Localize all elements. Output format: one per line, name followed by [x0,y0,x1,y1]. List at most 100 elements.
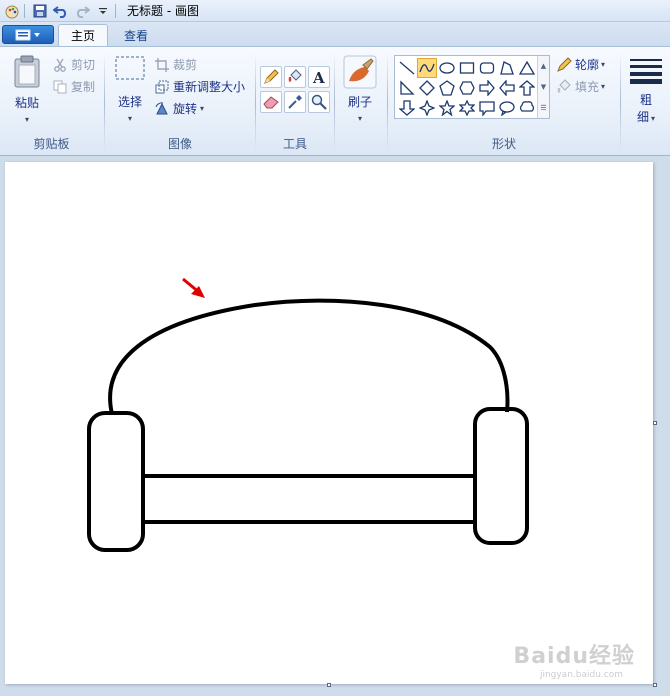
fill-label: 填充 [575,80,600,94]
magnifier-icon[interactable] [308,91,330,113]
image-group: 选择 ▾ 裁剪 重新调整大小 旋转 ▾ 图像 [106,47,254,155]
shapes-scrollbar[interactable]: ▲ ▼ ☰ [537,56,549,118]
up-arrow-shape-icon[interactable] [517,78,537,98]
watermark: Baidu经验 [513,644,635,669]
rectangle-shape-icon[interactable] [457,58,477,78]
rotate-dropdown-icon[interactable]: ▾ [200,104,204,113]
brushes-label: 刷子 [347,95,372,109]
scroll-down-icon[interactable]: ▼ [541,83,546,91]
title-separator [115,3,116,18]
paint-app-icon[interactable] [3,2,21,20]
brushes-dropdown-icon[interactable]: ▾ [358,114,362,123]
line-shape-icon[interactable] [397,58,417,78]
outline-dropdown-icon[interactable]: ▾ [601,60,605,69]
canvas-resize-handle-right[interactable] [653,421,657,425]
copy-button[interactable]: 复制 [52,78,95,95]
paste-button[interactable]: 粘贴 ▾ [8,55,46,124]
rectangle-callout-shape-icon[interactable] [477,98,497,118]
select-button[interactable]: 选择 ▾ [112,55,148,123]
size-label-line1: 粗 [639,93,652,107]
six-point-star-shape-icon[interactable] [457,98,477,118]
resize-button[interactable]: 重新调整大小 [154,78,245,95]
cut-label: 剪切 [71,58,96,72]
paste-dropdown-icon[interactable]: ▾ [25,115,29,124]
oval-callout-shape-icon[interactable] [497,98,517,118]
select-dropdown-icon[interactable]: ▾ [128,114,132,123]
crop-icon [154,57,170,73]
group-divider [620,53,621,151]
down-arrow-shape-icon[interactable] [397,98,417,118]
fill-icon[interactable] [284,66,306,88]
scroll-up-icon[interactable]: ▲ [541,62,546,70]
polygon-shape-icon[interactable] [497,58,517,78]
resize-icon [154,79,170,95]
fill-bucket-icon [556,78,572,95]
fill-dropdown-icon[interactable]: ▾ [601,82,605,91]
resize-label: 重新调整大小 [173,80,246,94]
paste-label: 粘贴 [14,96,39,110]
four-point-star-shape-icon[interactable] [417,98,437,118]
save-icon[interactable] [31,2,49,20]
diamond-shape-icon[interactable] [417,78,437,98]
title-separator [24,3,25,18]
canvas-resize-handle-bottom[interactable] [327,683,331,687]
size-label-line2: 细 ▾ [636,110,656,124]
customize-toolbar-icon[interactable] [94,2,112,20]
tools-grid: A [260,66,330,113]
outline-label: 轮廓 [575,58,600,72]
undo-icon[interactable] [52,2,70,20]
svg-text:A: A [312,69,325,85]
pentagon-shape-icon[interactable] [437,78,457,98]
brushes-button[interactable]: 刷子 ▾ [340,55,380,123]
fill-button[interactable]: 填充 ▾ [556,78,605,95]
sofa-right-armrest [473,407,529,545]
rounded-rectangle-shape-icon[interactable] [477,58,497,78]
clipboard-group: 粘贴 ▾ 剪切 复制 剪贴板 [0,47,103,155]
pencil-icon[interactable] [260,66,282,88]
image-group-label: 图像 [167,137,192,151]
window-title: 无标题 - 画图 [127,4,199,18]
expand-gallery-icon[interactable]: ☰ [540,104,546,112]
rotate-label: 旋转 [173,102,198,116]
crop-button[interactable]: 裁剪 [154,56,197,73]
group-divider [334,53,335,151]
redo-icon[interactable] [73,2,91,20]
paint-menu-button[interactable] [2,25,54,44]
triangle-shape-icon[interactable] [517,58,537,78]
cloud-callout-shape-icon[interactable] [517,98,537,118]
hexagon-shape-icon[interactable] [457,78,477,98]
outline-icon [556,56,572,73]
outline-button[interactable]: 轮廓 ▾ [556,56,605,73]
clipboard-group-label: 剪贴板 [33,137,70,151]
left-arrow-shape-icon[interactable] [497,78,517,98]
size-button[interactable]: 粗 细 ▾ [626,57,666,125]
copy-label: 复制 [71,80,96,94]
eraser-icon[interactable] [260,91,282,113]
cut-button[interactable]: 剪切 [52,56,95,73]
select-label: 选择 [117,95,142,109]
color-picker-icon[interactable] [284,91,306,113]
clipboard-icon [14,55,40,88]
five-point-star-shape-icon[interactable] [437,98,457,118]
crop-label: 裁剪 [173,58,198,72]
group-divider [255,53,256,151]
text-icon[interactable]: A [308,66,330,88]
curve-shape-icon[interactable] [417,58,437,78]
sofa-drawing [87,277,529,552]
shapes-gallery: ▲ ▼ ☰ [394,55,550,119]
tools-group: A 工具 [257,47,333,155]
right-triangle-shape-icon[interactable] [397,78,417,98]
shapes-group-label: 形状 [491,137,516,151]
tab-home[interactable]: 主页 [58,24,109,46]
tools-group-label: 工具 [282,137,307,151]
rotate-button[interactable]: 旋转 ▾ [154,100,204,117]
ribbon-tab-row: 主页 查看 [0,22,670,46]
right-arrow-shape-icon[interactable] [477,78,497,98]
brush-icon [343,55,377,89]
oval-shape-icon[interactable] [437,58,457,78]
tab-view[interactable]: 查看 [112,24,160,46]
sofa-seat [141,474,477,524]
drawing-canvas[interactable]: Baidu经验 jingyan.baidu.com [5,162,653,684]
canvas-resize-handle-corner[interactable] [653,683,657,687]
sofa-back-curve [108,298,510,415]
